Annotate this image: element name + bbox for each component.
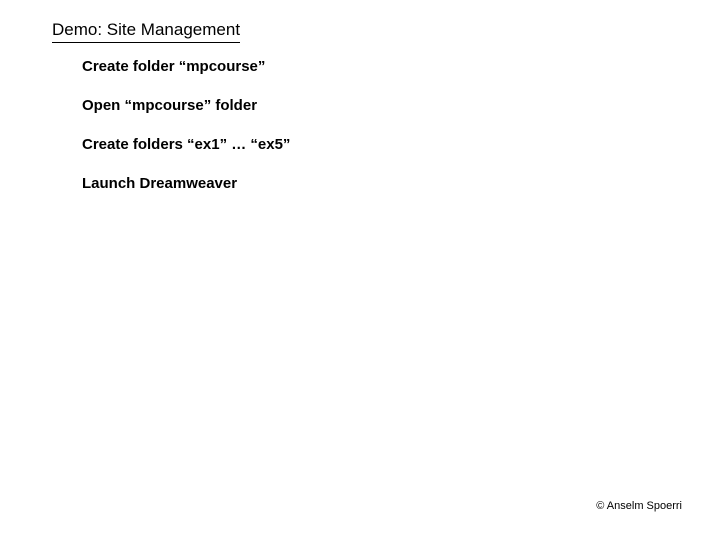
list-item: Create folder “mpcourse”: [82, 58, 290, 75]
list-item: Launch Dreamweaver: [82, 175, 290, 192]
bullet-list: Create folder “mpcourse” Open “mpcourse”…: [82, 58, 290, 214]
list-item: Create folders “ex1” … “ex5”: [82, 136, 290, 153]
list-item: Open “mpcourse” folder: [82, 97, 290, 114]
slide-title: Demo: Site Management: [52, 20, 240, 43]
copyright-notice: © Anselm Spoerri: [596, 500, 682, 512]
